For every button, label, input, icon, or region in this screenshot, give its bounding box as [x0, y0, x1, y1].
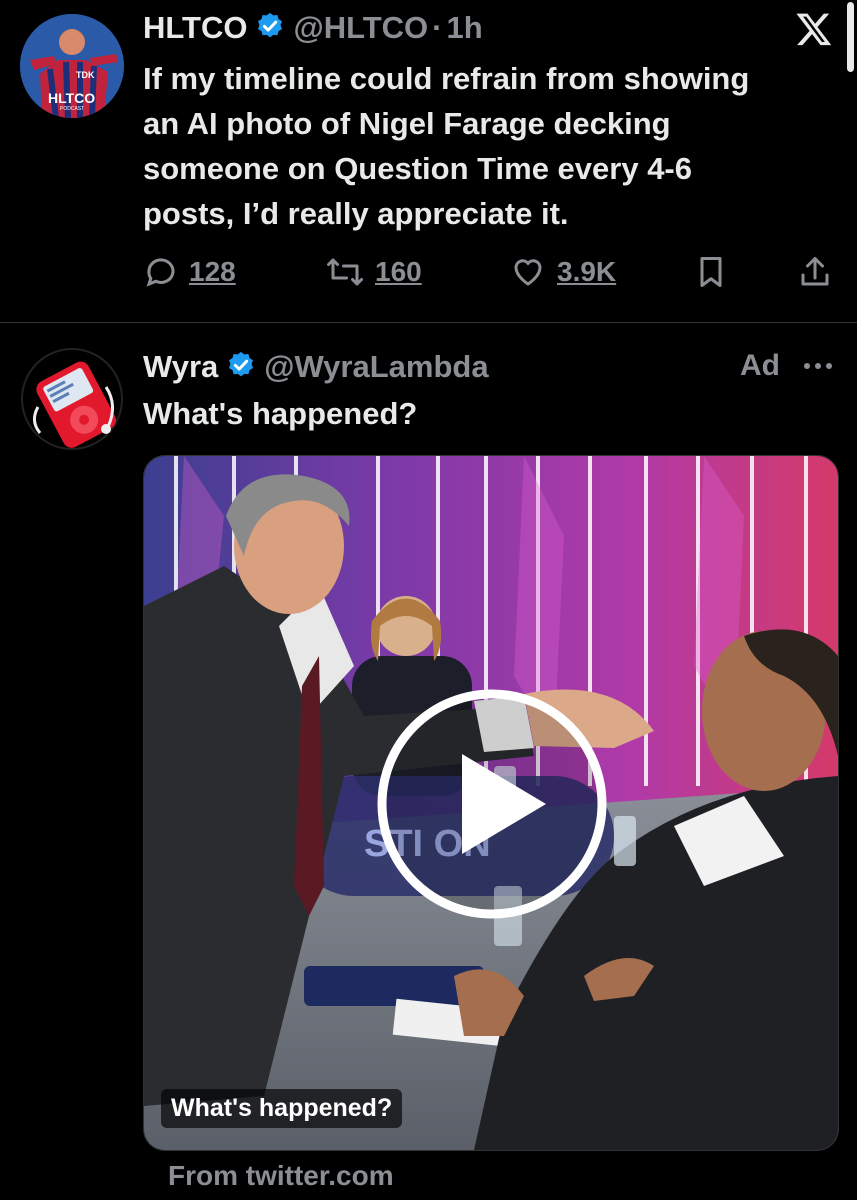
tweet-text-line: If my timeline could refrain from showin…: [143, 61, 750, 96]
avatar-sublabel: PODCAST: [60, 106, 85, 112]
action-bar: 128 160 3.9K: [143, 252, 837, 296]
ad-label: Ad: [740, 349, 780, 382]
retweet-count: 160: [375, 256, 422, 287]
play-icon: [377, 689, 607, 919]
like-count: 3.9K: [557, 256, 617, 287]
verified-badge-icon: [255, 11, 285, 46]
tweet-text-line: someone on Question Time every 4-6: [143, 151, 692, 186]
tweet-hltco[interactable]: TDK HLTCO PODCAST HLTCO @HLTCO · 1h If m…: [0, 0, 857, 322]
avatar-label: HLTCO: [48, 90, 96, 106]
retweet-icon: [327, 258, 363, 286]
author-name[interactable]: HLTCO: [143, 10, 247, 46]
reply-count: 128: [189, 256, 236, 287]
avatar[interactable]: [20, 347, 124, 451]
share-button[interactable]: [797, 254, 833, 290]
heart-icon: [514, 259, 542, 286]
like-button[interactable]: 3.9K: [509, 254, 616, 290]
author-handle[interactable]: @HLTCO: [293, 10, 428, 46]
author-name[interactable]: Wyra: [143, 349, 218, 385]
tweet-header: HLTCO @HLTCO · 1h: [143, 10, 483, 46]
verified-badge-icon: [226, 350, 256, 385]
tweet-text: What's happened?: [143, 396, 418, 431]
tweet-text-line: posts, I’d really appreciate it.: [143, 196, 569, 231]
tweet-text: If my timeline could refrain from showin…: [143, 56, 749, 236]
share-icon: [801, 257, 829, 286]
reply-icon: [146, 258, 175, 287]
bookmark-button[interactable]: [693, 254, 729, 290]
bookmark-icon: [700, 257, 722, 287]
more-options-icon[interactable]: [802, 359, 834, 377]
author-handle[interactable]: @WyraLambda: [264, 349, 488, 385]
avatar-badge: TDK: [76, 70, 95, 80]
tweet-header: Wyra @WyraLambda: [143, 349, 489, 385]
ipod-icon: [21, 348, 123, 450]
avatar[interactable]: TDK HLTCO PODCAST: [20, 14, 124, 118]
separator: ·: [432, 10, 443, 45]
tweet-text-line: an AI photo of Nigel Farage decking: [143, 106, 671, 141]
video-media[interactable]: STI ON What's happened?: [143, 455, 839, 1151]
x-logo-icon: [794, 10, 834, 53]
play-button[interactable]: [374, 686, 610, 922]
retweet-button[interactable]: 160: [325, 254, 422, 290]
media-caption: What's happened?: [161, 1089, 403, 1128]
source-link[interactable]: From twitter.com: [168, 1160, 394, 1192]
reply-button[interactable]: 128: [143, 254, 236, 290]
timestamp[interactable]: 1h: [446, 10, 482, 46]
